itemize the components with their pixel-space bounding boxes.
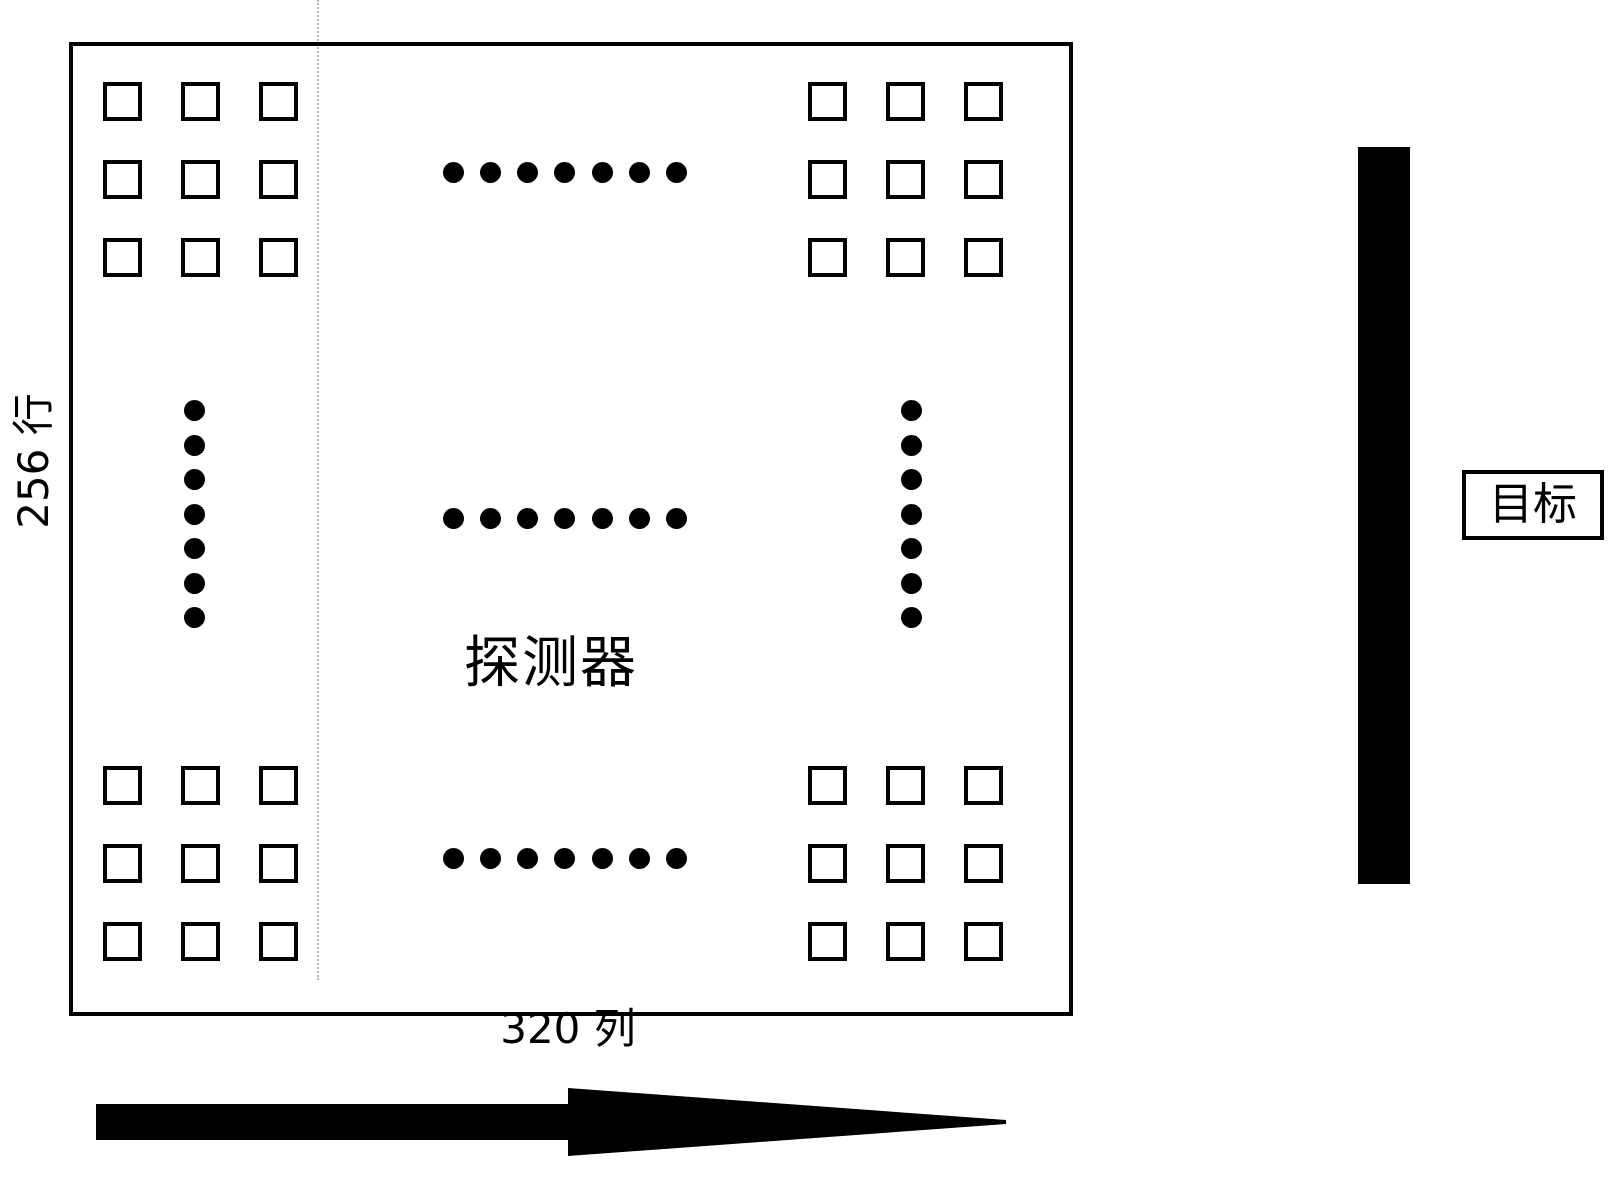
ellipsis-dot (628, 508, 650, 529)
detector-pad (259, 238, 298, 277)
ellipsis-dot (901, 503, 922, 525)
ellipsis-column-left (184, 400, 205, 628)
rows-axis-label: 256 行 (9, 393, 58, 529)
ellipsis-column-right (901, 400, 922, 628)
pad-grid-bottom-right (808, 766, 1003, 961)
detector-center-label: 探测器 (464, 631, 638, 696)
ellipsis-dot (591, 848, 613, 869)
ellipsis-dot (184, 469, 205, 490)
ellipsis-dot (665, 508, 687, 529)
ellipsis-dot (901, 469, 922, 490)
detector-pad (259, 160, 298, 199)
ellipsis-dot (517, 848, 539, 869)
detector-pad (181, 238, 220, 277)
detector-pad (808, 238, 847, 277)
detector-pad (103, 844, 142, 883)
ellipsis-dot (184, 434, 205, 456)
scan-direction-arrow-icon (96, 1088, 1006, 1156)
detector-pad (964, 922, 1003, 961)
detector-pad (964, 82, 1003, 121)
detector-pad (886, 82, 925, 121)
ellipsis-row-top (443, 162, 687, 183)
detector-pad (103, 82, 142, 121)
detector-pad (259, 766, 298, 805)
ellipsis-dot (554, 848, 576, 869)
ellipsis-dot (517, 162, 539, 183)
detector-pad (886, 238, 925, 277)
detector-pad (886, 844, 925, 883)
pad-grid-top-right (808, 82, 1003, 277)
ellipsis-dot (443, 848, 464, 869)
detector-pad (259, 844, 298, 883)
target-label: 目标 (1489, 479, 1577, 530)
ellipsis-dot (665, 848, 687, 869)
detector-pad (181, 766, 220, 805)
detector-pad (808, 766, 847, 805)
target-label-box: 目标 (1462, 470, 1604, 540)
ellipsis-dot (480, 508, 502, 529)
ellipsis-dot (901, 538, 922, 559)
columns-axis-label: 320 列 (500, 1004, 636, 1053)
pad-grid-top-left (103, 82, 298, 277)
detector-pad (886, 922, 925, 961)
ellipsis-dot (554, 162, 576, 183)
detector-pad (181, 82, 220, 121)
ellipsis-dot (628, 162, 650, 183)
detector-pad (886, 160, 925, 199)
detector-pad (808, 160, 847, 199)
diagram-canvas: 探测器 256 行 320 列 目标 (0, 0, 1608, 1180)
detector-pad (808, 922, 847, 961)
ellipsis-dot (901, 400, 922, 421)
ellipsis-row-bottom (443, 848, 687, 869)
ellipsis-dot (901, 607, 922, 628)
detector-pad (103, 238, 142, 277)
ellipsis-dot (901, 434, 922, 456)
detector-pad (259, 82, 298, 121)
ellipsis-dot (480, 162, 502, 183)
detector-pad (181, 922, 220, 961)
detector-pad (964, 238, 1003, 277)
ellipsis-dot (517, 508, 539, 529)
detector-pad (181, 844, 220, 883)
detector-pad (103, 160, 142, 199)
target-bar (1358, 147, 1410, 884)
ellipsis-dot (184, 538, 205, 559)
ellipsis-dot (184, 503, 205, 525)
ellipsis-dot (184, 607, 205, 628)
detector-pad (886, 766, 925, 805)
ellipsis-dot (665, 162, 687, 183)
detector-pad (181, 160, 220, 199)
ellipsis-dot (554, 508, 576, 529)
ellipsis-dot (628, 848, 650, 869)
detector-pad (964, 844, 1003, 883)
ellipsis-dot (591, 508, 613, 529)
detector-pad (964, 766, 1003, 805)
ellipsis-dot (184, 400, 205, 421)
detector-pad (103, 922, 142, 961)
ellipsis-dot (591, 162, 613, 183)
detector-pad (103, 766, 142, 805)
detector-pad (808, 82, 847, 121)
ellipsis-dot (443, 162, 464, 183)
ellipsis-row-middle (443, 508, 687, 529)
ellipsis-dot (480, 848, 502, 869)
ellipsis-dot (443, 508, 464, 529)
detector-pad (808, 844, 847, 883)
ellipsis-dot (184, 572, 205, 594)
ellipsis-dot (901, 572, 922, 594)
pad-grid-bottom-left (103, 766, 298, 961)
detector-pad (964, 160, 1003, 199)
detector-pad (259, 922, 298, 961)
